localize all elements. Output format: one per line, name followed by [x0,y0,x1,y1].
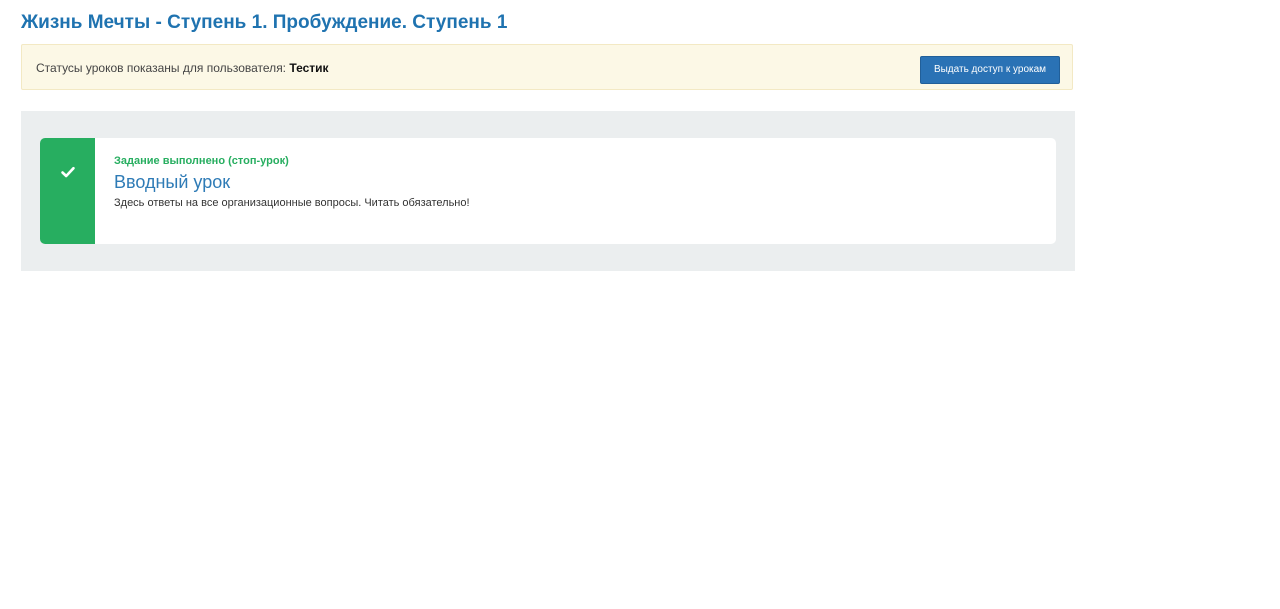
lesson-title[interactable]: Вводный урок [114,170,474,194]
lesson-status-label: Задание выполнено (стоп-урок) [114,155,289,167]
page-title: Жизнь Мечты - Ступень 1. Пробуждение. Ст… [21,12,508,33]
check-icon [61,166,75,178]
grant-lesson-access-button[interactable]: Выдать доступ к урокам [920,56,1060,84]
lesson-body: Задание выполнено (стоп-урок) Вводный ур… [114,153,474,212]
lesson-status-strip [40,138,95,244]
lesson-card[interactable]: Задание выполнено (стоп-урок) Вводный ур… [40,138,1056,244]
status-user-name: Тестик [289,61,329,75]
page: Жизнь Мечты - Ступень 1. Пробуждение. Ст… [0,0,1280,609]
status-label: Статусы уроков показаны для пользователя… [36,61,287,75]
status-text: Статусы уроков показаны для пользователя… [36,60,329,76]
user-status-bar: Статусы уроков показаны для пользователя… [21,44,1073,90]
lessons-panel: Задание выполнено (стоп-урок) Вводный ур… [21,111,1075,271]
lesson-description: Здесь ответы на все организационные вопр… [114,197,470,209]
